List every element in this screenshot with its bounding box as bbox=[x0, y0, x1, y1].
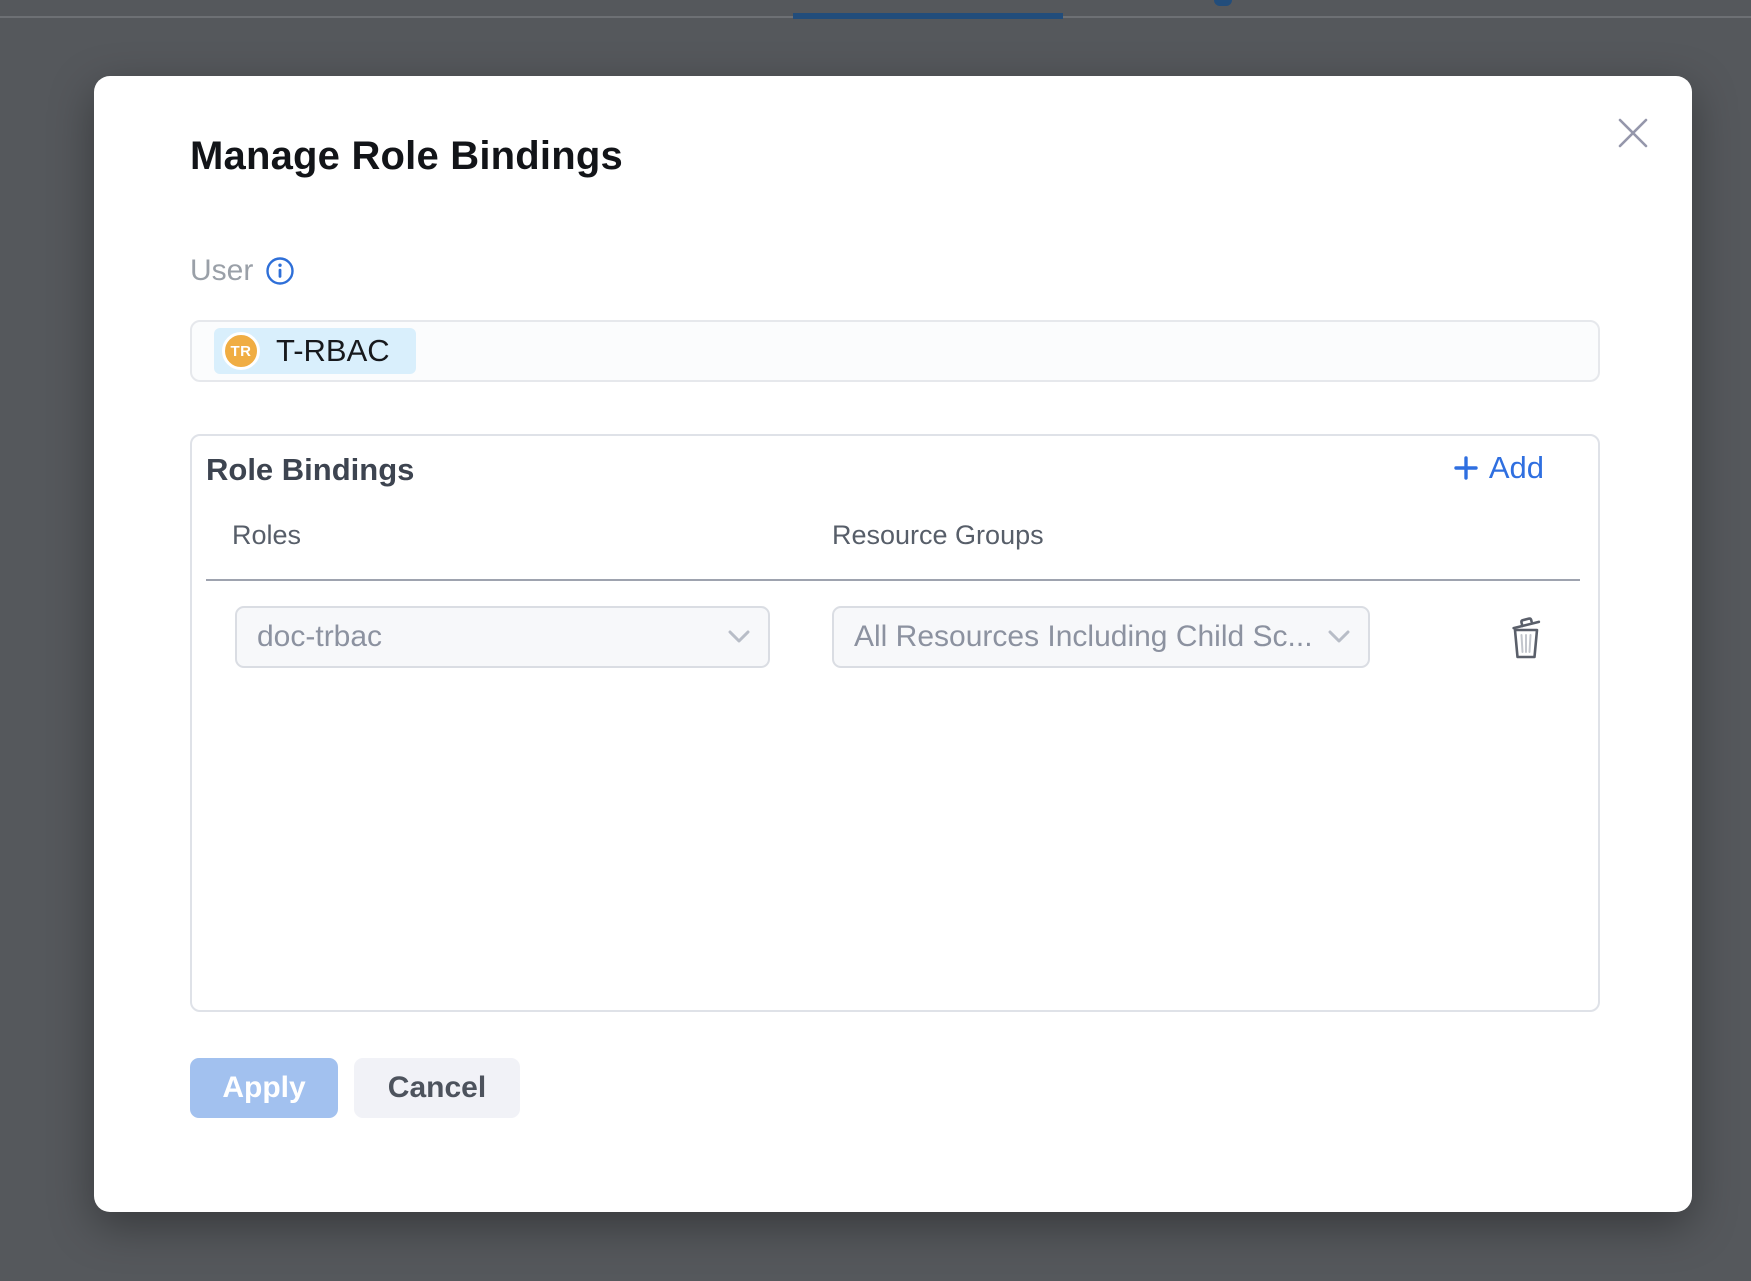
dialog-title: Manage Role Bindings bbox=[190, 134, 623, 179]
user-chip-label: T-RBAC bbox=[276, 333, 390, 369]
chevron-down-icon bbox=[1326, 628, 1352, 646]
delete-row-button[interactable] bbox=[1504, 614, 1548, 662]
user-avatar: TR bbox=[222, 332, 260, 370]
trash-icon bbox=[1506, 615, 1546, 661]
apply-button[interactable]: Apply bbox=[190, 1058, 338, 1118]
role-select[interactable]: doc-trbac bbox=[235, 606, 770, 668]
manage-role-bindings-dialog: Manage Role Bindings User TR T-RBAC Role… bbox=[94, 76, 1692, 1212]
add-button-label: Add bbox=[1489, 450, 1544, 486]
resource-group-select-value: All Resources Including Child Sc... bbox=[854, 620, 1313, 654]
column-header-resource-groups: Resource Groups bbox=[832, 520, 1044, 551]
resource-group-select[interactable]: All Resources Including Child Sc... bbox=[832, 606, 1370, 668]
cancel-button[interactable]: Cancel bbox=[354, 1058, 520, 1118]
plus-icon bbox=[1453, 455, 1479, 481]
add-role-binding-button[interactable]: Add bbox=[1453, 450, 1544, 486]
chevron-down-icon bbox=[726, 628, 752, 646]
selected-user-chip[interactable]: TR T-RBAC bbox=[214, 328, 416, 374]
role-select-value: doc-trbac bbox=[257, 620, 382, 654]
role-bindings-panel: Role Bindings Add Roles Resource Groups … bbox=[190, 434, 1600, 1012]
role-binding-row: doc-trbac All Resources Including Child … bbox=[192, 606, 1598, 668]
role-bindings-section-title: Role Bindings bbox=[206, 452, 414, 488]
background-tab-label-fragment bbox=[1214, 0, 1232, 6]
column-header-roles: Roles bbox=[232, 520, 301, 551]
info-icon[interactable] bbox=[265, 256, 295, 286]
user-field-label: User bbox=[190, 254, 253, 288]
table-header-divider bbox=[206, 579, 1580, 581]
close-button[interactable] bbox=[1601, 101, 1665, 165]
close-icon bbox=[1616, 116, 1650, 150]
user-select-field[interactable]: TR T-RBAC bbox=[190, 320, 1600, 382]
background-active-tab-indicator bbox=[793, 13, 1063, 19]
